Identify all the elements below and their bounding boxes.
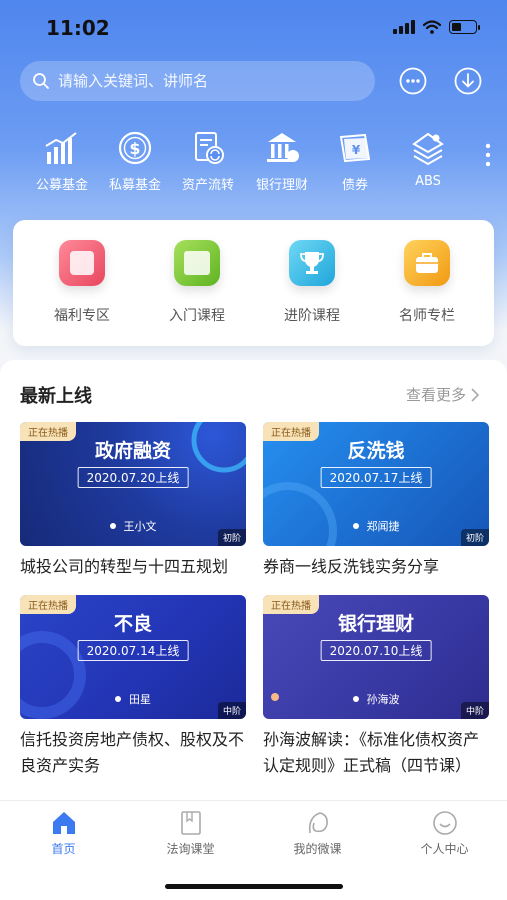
search-input[interactable] [58,72,348,90]
search-icon [33,73,49,89]
yen-bond-icon: ¥ [339,133,371,163]
course-date: 2020.07.10上线 [320,640,432,661]
quick-link-label: 福利专区 [54,308,110,324]
category-label: 资产流转 [181,178,234,193]
tab-profile[interactable]: 个人中心 [381,809,507,857]
tab-label: 个人中心 [420,842,469,856]
layers-icon [412,132,444,166]
course-name: 信托投资房地产债权、股权及不良资产实务 [20,730,245,775]
status-time: 11:02 [46,16,110,40]
lecturer-name: 王小文 [20,518,246,534]
quick-link-label: 入门课程 [169,308,225,324]
course-card[interactable]: 正在热播 反洗钱 2020.07.17上线 郑闻捷 初阶 券商一线反洗钱实务分享 [263,422,489,580]
course-date: 2020.07.17上线 [320,467,432,488]
tab-label: 我的微课 [293,842,342,856]
home-icon [52,812,75,834]
quick-link-beginner[interactable]: 入门课程 [142,240,252,325]
category-label: 银行理财 [255,178,308,193]
course-thumbnail: 正在热播 政府融资 2020.07.20上线 王小文 初阶 [20,422,246,546]
bar-chart-icon [45,132,77,164]
course-card[interactable]: 正在热播 银行理财 2020.07.10上线 孙海波 中阶 孙海波解读：《标准化… [263,595,489,779]
svg-text:¥: ¥ [352,143,361,157]
bank-icon [267,133,299,162]
category-label: 债券 [341,178,368,193]
category-label: 私募基金 [108,178,161,193]
battery-icon [449,20,480,34]
course-thumb-title: 不良 [113,613,152,635]
category-public-fund[interactable]: 公募基金 [25,130,99,193]
tab-label: 首页 [51,842,76,856]
category-row: 公募基金 $ 私募基金 资产流转 银行理财 ¥ 债券 ABS [0,130,507,205]
course-card[interactable]: 正在热播 政府融资 2020.07.20上线 王小文 初阶 城投公司的转型与十四… [20,422,246,580]
quick-link-label: 进阶课程 [284,308,340,324]
document-refresh-icon [195,132,224,164]
category-bonds[interactable]: ¥ 债券 [318,130,392,193]
lecturer-name: 田星 [20,691,246,707]
category-private-fund[interactable]: $ 私募基金 [98,130,172,193]
message-icon[interactable] [398,66,428,96]
status-icons [393,20,480,34]
wifi-icon [423,20,441,34]
level-badge: 中阶 [460,702,489,719]
level-badge: 初阶 [217,529,246,546]
smile-icon [432,811,457,835]
quick-link-label: 名师专栏 [399,308,455,324]
home-indicator [165,884,343,889]
see-more-label: 查看更多 [405,386,466,404]
trophy-icon [289,240,335,286]
svg-text:$: $ [129,139,140,158]
more-icon[interactable] [483,142,493,168]
course-thumbnail: 正在热播 反洗钱 2020.07.17上线 郑闻捷 初阶 [263,422,489,546]
course-name: 券商一线反洗钱实务分享 [263,557,440,576]
course-card[interactable]: 正在热播 不良 2020.07.14上线 田星 中阶 信托投资房地产债权、股权及… [20,595,246,779]
level-badge: 初阶 [460,529,489,546]
category-asset-transfer[interactable]: 资产流转 [171,130,245,193]
section-title: 最新上线 [20,386,92,407]
course-thumb-title: 反洗钱 [347,440,405,462]
chevron-right-icon [471,387,480,402]
course-thumbnail: 正在热播 银行理财 2020.07.10上线 孙海波 中阶 [263,595,489,719]
tab-home[interactable]: 首页 [0,809,127,857]
dollar-coin-icon: $ [118,131,152,165]
leaf-icon [308,812,328,834]
download-icon[interactable] [453,66,483,96]
course-date: 2020.07.14上线 [77,640,189,661]
quick-link-famous-teacher[interactable]: 名师专栏 [372,240,482,325]
tab-label: 法询课堂 [166,842,215,856]
lecturer-name: 郑闻捷 [263,518,489,534]
category-bank-wealth[interactable]: 银行理财 [245,130,319,193]
book-icon [180,811,201,835]
beginner-course-icon [174,240,220,286]
course-name: 城投公司的转型与十四五规划 [20,557,229,576]
course-date: 2020.07.20上线 [77,467,189,488]
course-thumb-title: 银行理财 [337,613,414,635]
course-thumb-title: 政府融资 [94,440,171,462]
search-bar[interactable] [20,61,375,101]
level-badge: 中阶 [217,702,246,719]
course-name: 孙海波解读：《标准化债权资产认定规则》正式稿（四节课） [263,730,480,775]
tab-classroom[interactable]: 法询课堂 [127,809,254,857]
category-label: ABS [415,174,441,189]
lecturer-name: 孙海波 [263,691,489,707]
quick-link-welfare[interactable]: 福利专区 [27,240,137,325]
category-abs[interactable]: ABS [391,130,465,189]
status-bar: 11:02 [0,0,507,56]
tab-my-courses[interactable]: 我的微课 [254,809,381,857]
briefcase-icon [404,240,450,286]
category-label: 公募基金 [35,178,88,193]
see-more-link[interactable]: 查看更多 [406,384,480,405]
quick-links-card: 福利专区 入门课程 进阶课程 名师专栏 [13,220,494,346]
quick-link-advanced[interactable]: 进阶课程 [257,240,367,325]
course-thumbnail: 正在热播 不良 2020.07.14上线 田星 中阶 [20,595,246,719]
signal-icon [393,20,415,34]
welfare-icon [59,240,105,286]
